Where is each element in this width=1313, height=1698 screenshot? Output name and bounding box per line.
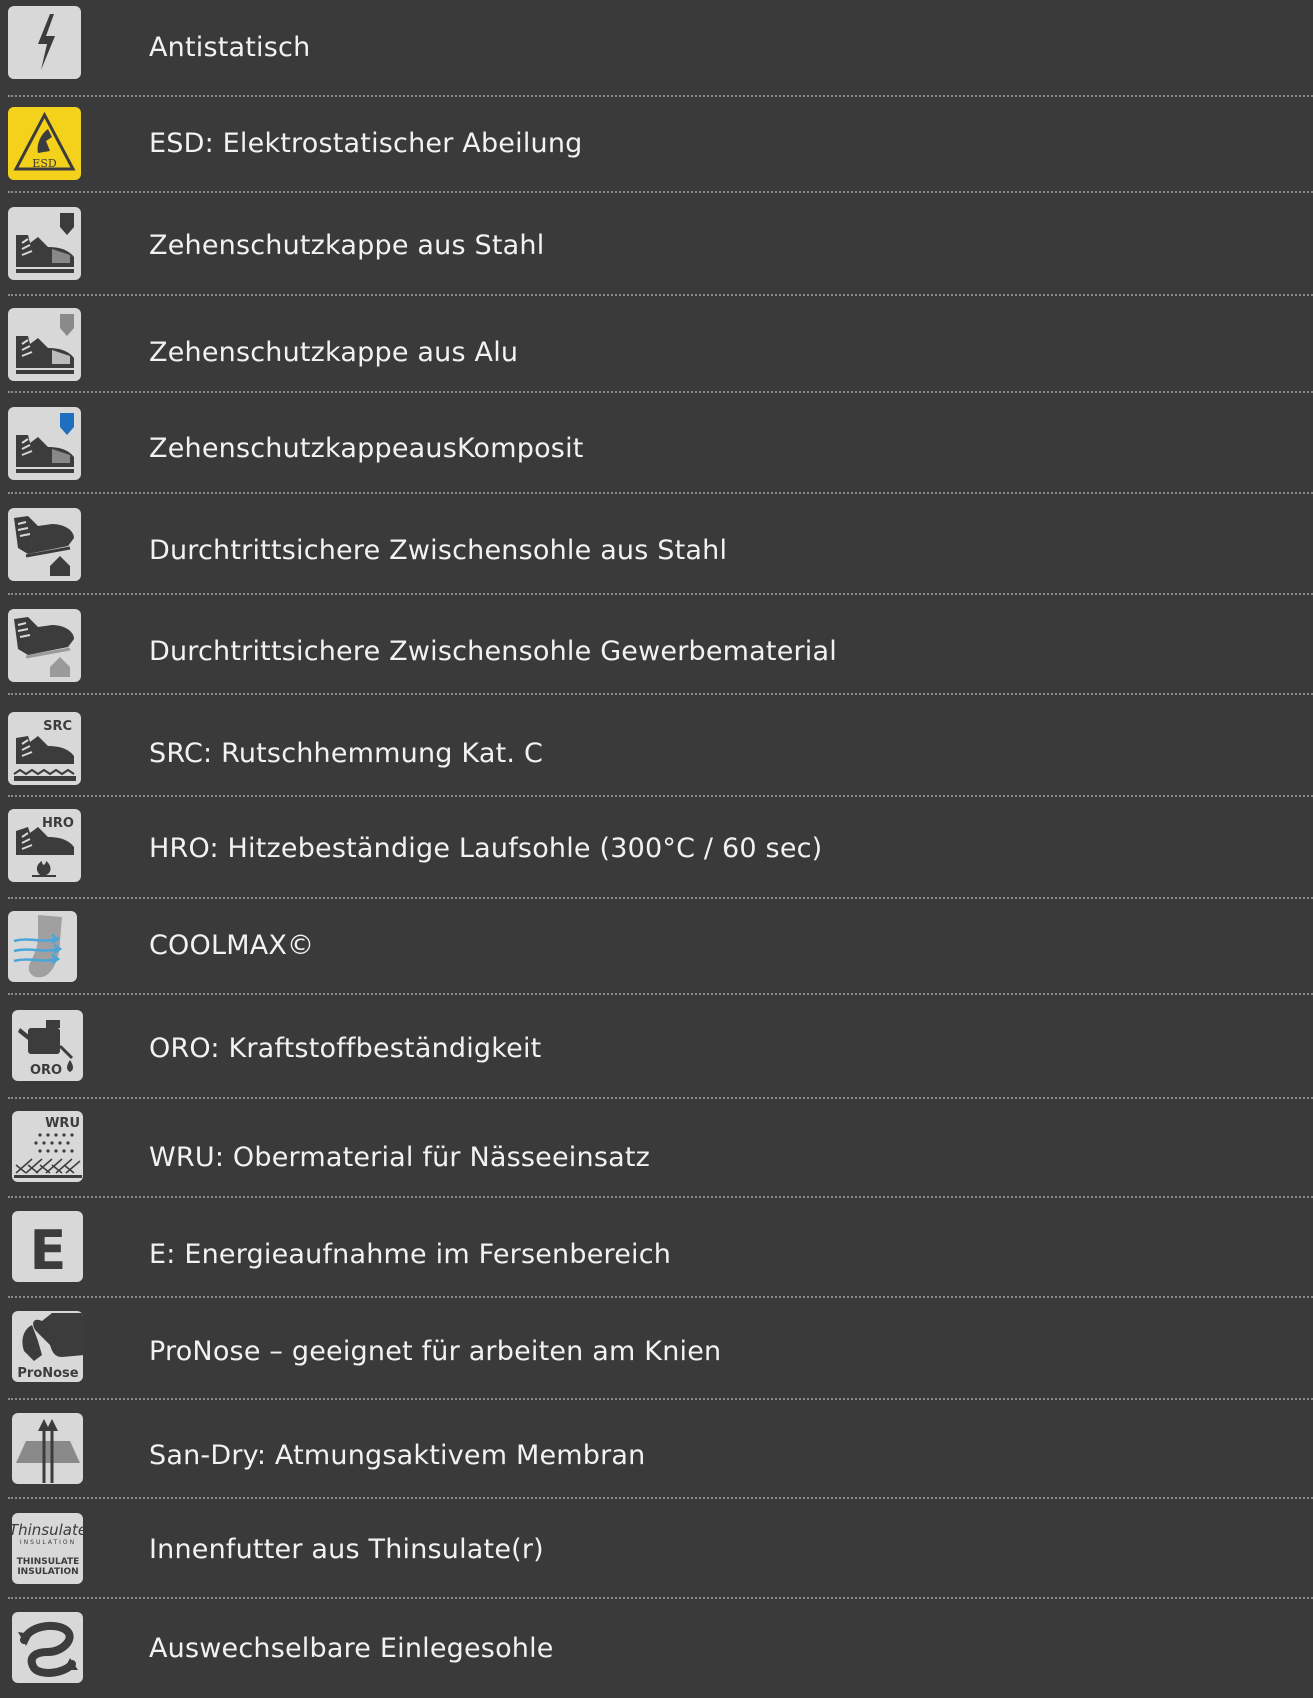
steel-midsole-icon <box>8 508 81 581</box>
feature-label: ZehenschutzkappeausKomposit <box>149 433 584 464</box>
divider <box>8 593 1313 595</box>
esd-icon-text: ESD <box>32 157 57 170</box>
composite-toecap-icon <box>8 407 81 480</box>
insulation-icon-text: INSULATION <box>20 1539 76 1546</box>
insulation-caps-icon-text: INSULATION <box>17 1567 78 1577</box>
wru-icon-text: WRU <box>45 1116 80 1131</box>
feature-label: Zehenschutzkappe aus Stahl <box>149 230 545 261</box>
wru-icon: WRU <box>12 1111 83 1182</box>
pronose-icon-text: ProNose <box>17 1366 78 1381</box>
feature-label: Durchtrittsichere Zwischensohle Gewerbem… <box>149 636 837 667</box>
feature-label: SRC: Rutschhemmung Kat. C <box>149 738 544 769</box>
divider <box>8 1097 1313 1099</box>
oro-icon: ORO <box>12 1010 83 1081</box>
divider <box>8 1296 1313 1298</box>
src-icon: SRC <box>8 712 81 785</box>
hro-icon-text: HRO <box>42 816 74 831</box>
divider <box>8 993 1313 995</box>
src-icon-text: SRC <box>43 719 72 734</box>
feature-label: San-Dry: Atmungsaktivem Membran <box>149 1440 646 1471</box>
energy-icon-text: E <box>30 1219 67 1282</box>
feature-label: ProNose – geeignet für arbeiten am Knien <box>149 1336 722 1367</box>
feature-label: COOLMAX© <box>149 930 315 961</box>
feature-label: ESD: Elektrostatischer Abeilung <box>149 128 583 159</box>
textile-midsole-icon <box>8 609 81 682</box>
oro-icon-text: ORO <box>30 1063 62 1078</box>
feature-label: ORO: Kraftstoffbeständigkeit <box>149 1033 542 1064</box>
esd-icon: ESD <box>8 107 81 180</box>
coolmax-icon <box>8 911 77 982</box>
thinsulate-icon: Thinsulate INSULATION THINSULATE INSULAT… <box>12 1513 83 1584</box>
feature-label: Auswechselbare Einlegesohle <box>149 1633 554 1664</box>
removable-insole-icon <box>12 1612 83 1683</box>
divider <box>8 95 1313 97</box>
divider <box>8 391 1313 393</box>
lightning-icon <box>8 6 81 79</box>
divider <box>8 492 1313 494</box>
divider <box>8 1398 1313 1400</box>
feature-label: Antistatisch <box>149 32 311 63</box>
divider <box>8 693 1313 695</box>
feature-label: Innenfutter aus Thinsulate(r) <box>149 1534 544 1565</box>
thinsulate-caps-icon-text: THINSULATE <box>17 1557 80 1567</box>
feature-label: E: Energieaufnahme im Fersenbereich <box>149 1239 672 1270</box>
san-dry-icon <box>12 1413 83 1484</box>
steel-toecap-icon <box>8 207 81 280</box>
feature-label: Zehenschutzkappe aus Alu <box>149 337 519 368</box>
feature-label: WRU: Obermaterial für Nässeeinsatz <box>149 1142 650 1173</box>
divider <box>8 1597 1313 1599</box>
divider <box>8 897 1313 899</box>
divider <box>8 294 1313 296</box>
alu-toecap-icon <box>8 308 81 381</box>
divider <box>8 191 1313 193</box>
hro-icon: HRO <box>8 809 81 882</box>
feature-label: HRO: Hitzebeständige Laufsohle (300°C / … <box>149 833 823 864</box>
pronose-icon: ProNose <box>12 1311 83 1382</box>
thinsulate-icon-text: Thinsulate <box>12 1521 83 1539</box>
divider <box>8 1196 1313 1198</box>
energy-absorption-icon: E <box>12 1211 83 1282</box>
divider <box>8 1497 1313 1499</box>
feature-label: Durchtrittsichere Zwischensohle aus Stah… <box>149 535 728 566</box>
divider <box>8 795 1313 797</box>
